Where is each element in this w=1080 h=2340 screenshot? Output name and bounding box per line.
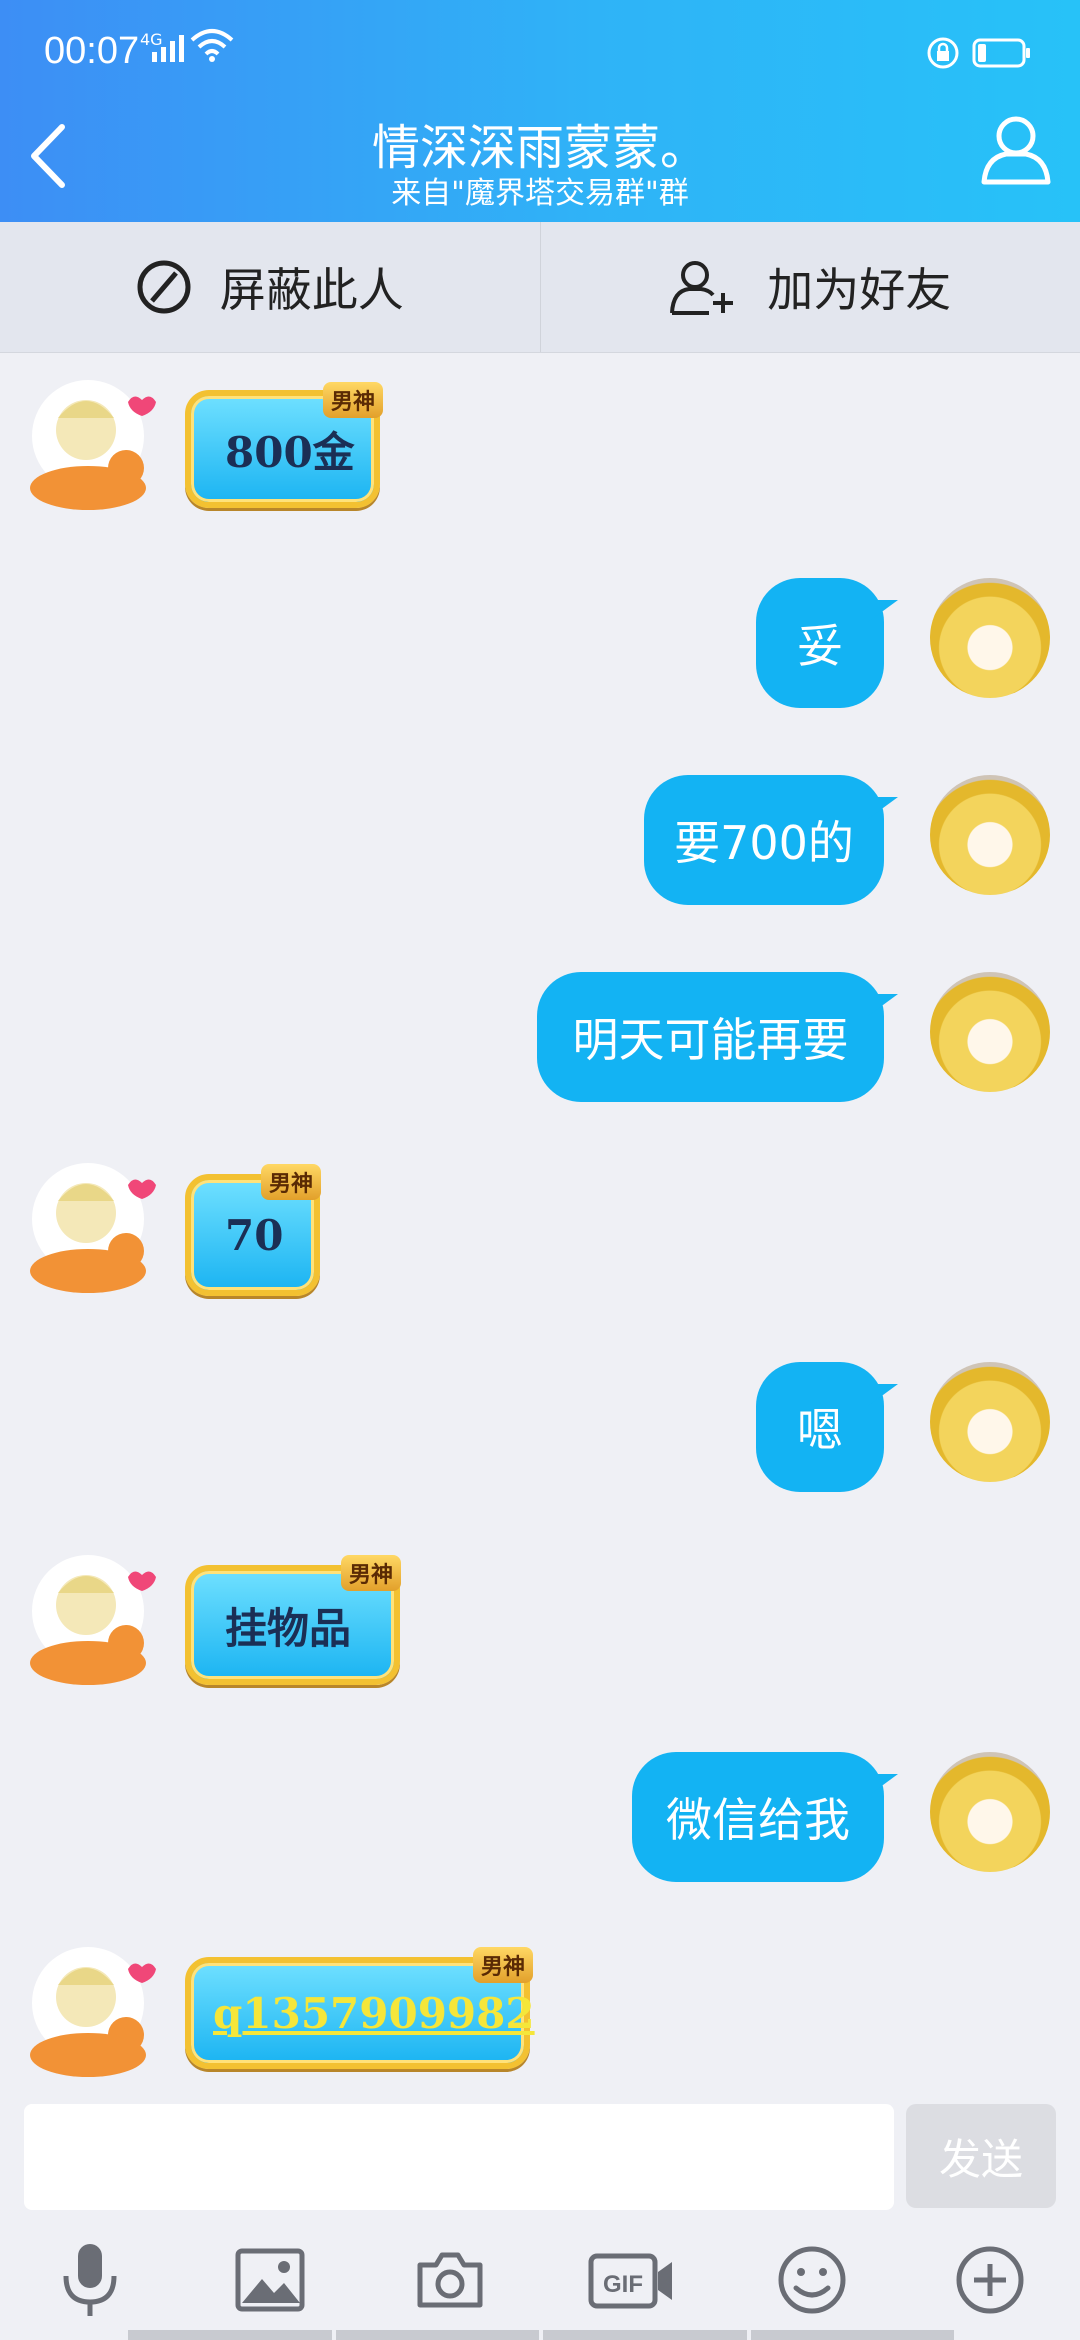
block-icon bbox=[137, 260, 191, 314]
add-friend-label: 加为好友 bbox=[767, 263, 952, 317]
profile-button[interactable] bbox=[976, 110, 1056, 190]
block-user-button[interactable]: 屏蔽此人 bbox=[0, 222, 540, 352]
message-bubble[interactable]: 要700的 bbox=[644, 775, 884, 905]
sender-avatar[interactable] bbox=[18, 1555, 158, 1695]
sticker-message[interactable]: 70 男神 bbox=[165, 1152, 345, 1312]
camera-button[interactable] bbox=[410, 2240, 490, 2320]
status-time: 00:07 bbox=[44, 30, 140, 72]
my-avatar[interactable] bbox=[930, 1752, 1050, 1872]
more-button[interactable] bbox=[950, 2240, 1030, 2320]
emoji-icon bbox=[778, 2246, 846, 2314]
message-bubble[interactable]: 明天可能再要 bbox=[537, 972, 884, 1102]
badge-label: 男神 bbox=[473, 1947, 534, 1983]
action-bar: 屏蔽此人 加为好友 bbox=[0, 222, 1080, 353]
message-bubble[interactable]: 嗯 bbox=[756, 1362, 884, 1492]
image-button[interactable] bbox=[230, 2240, 310, 2320]
chat-subtitle: 来自"魔界塔交易群"群 bbox=[391, 176, 689, 211]
sticker-message[interactable]: 800金 男神 bbox=[165, 370, 410, 525]
emoji-button[interactable] bbox=[772, 2240, 852, 2320]
block-user-label: 屏蔽此人 bbox=[219, 263, 404, 317]
badge-label: 男神 bbox=[341, 1555, 402, 1591]
send-button[interactable]: 发送 bbox=[906, 2104, 1056, 2208]
chat-header: 00:07 4G 情深深雨蒙蒙。 来自"魔界塔交易群"群 bbox=[0, 0, 1080, 222]
voice-button[interactable] bbox=[50, 2240, 130, 2320]
rotation-lock-icon bbox=[926, 36, 960, 74]
my-avatar[interactable] bbox=[930, 578, 1050, 698]
message-bubble[interactable]: 微信给我 bbox=[632, 1752, 884, 1882]
plus-icon bbox=[956, 2246, 1024, 2314]
gif-video-icon: GIF bbox=[588, 2253, 672, 2309]
person-icon bbox=[981, 116, 1051, 185]
message-input[interactable] bbox=[24, 2104, 894, 2210]
badge-label: 男神 bbox=[323, 382, 384, 418]
sticker-message[interactable]: 挂物品 男神 bbox=[165, 1543, 430, 1703]
svg-text:GIF: GIF bbox=[603, 2271, 643, 2298]
scroll-indicator bbox=[128, 2330, 954, 2340]
sender-avatar[interactable] bbox=[18, 1947, 158, 2087]
add-person-icon bbox=[670, 261, 734, 315]
input-bar: 发送 GIF bbox=[0, 2090, 1080, 2340]
gif-video-button[interactable]: GIF bbox=[588, 2240, 674, 2320]
add-friend-button[interactable]: 加为好友 bbox=[539, 222, 1080, 352]
sender-avatar[interactable] bbox=[18, 380, 158, 520]
image-icon bbox=[235, 2248, 305, 2312]
my-avatar[interactable] bbox=[930, 1362, 1050, 1482]
message-bubble[interactable]: 妥 bbox=[756, 578, 884, 708]
camera-icon bbox=[417, 2252, 483, 2308]
wifi-icon bbox=[190, 28, 234, 66]
sticker-message[interactable]: q1357909982 男神 bbox=[165, 1935, 560, 2090]
my-avatar[interactable] bbox=[930, 972, 1050, 1092]
mic-icon bbox=[63, 2244, 117, 2316]
my-avatar[interactable] bbox=[930, 775, 1050, 895]
badge-label: 男神 bbox=[261, 1164, 322, 1200]
battery-icon bbox=[972, 38, 1032, 72]
sender-avatar[interactable] bbox=[18, 1163, 158, 1303]
